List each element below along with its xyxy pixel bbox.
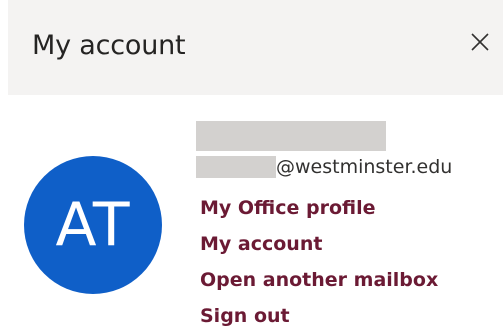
email-row: @westminster.edu — [196, 156, 452, 178]
my-office-profile-link[interactable]: My Office profile — [200, 190, 438, 226]
account-panel: My account AT @westminster.edu My Office… — [0, 0, 503, 326]
avatar: AT — [24, 156, 162, 294]
avatar-initials: AT — [55, 190, 131, 260]
panel-header: My account — [8, 0, 503, 95]
close-icon — [471, 33, 489, 51]
account-links: My Office profile My account Open anothe… — [200, 190, 438, 326]
redacted-email-user — [196, 156, 276, 178]
my-account-link[interactable]: My account — [200, 226, 438, 262]
close-button[interactable] — [462, 24, 498, 60]
open-another-mailbox-link[interactable]: Open another mailbox — [200, 262, 438, 298]
email-domain: @westminster.edu — [276, 156, 453, 178]
sign-out-link[interactable]: Sign out — [200, 298, 438, 326]
redacted-name — [196, 121, 386, 151]
panel-title: My account — [32, 30, 186, 61]
